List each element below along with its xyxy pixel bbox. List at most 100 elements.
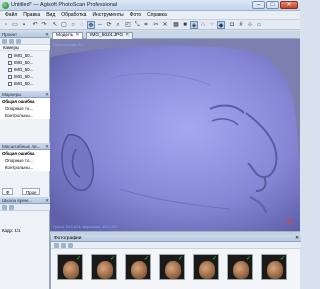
- checkmark-icon: ✓: [245, 256, 251, 262]
- menu-tools[interactable]: Инструменты: [89, 11, 126, 19]
- tab-photos[interactable]: Ф: [2, 188, 14, 195]
- solid-icon[interactable]: ■: [181, 21, 189, 29]
- close-button[interactable]: ✕: [280, 1, 298, 9]
- photo-image: [199, 261, 215, 279]
- wireframe-icon[interactable]: ◈: [190, 21, 198, 29]
- frame-counter: Кадр: 1/1: [2, 228, 21, 233]
- axis-icon[interactable]: ⊹: [246, 21, 254, 29]
- photo-image: [267, 261, 283, 279]
- maximize-button[interactable]: □: [266, 1, 279, 9]
- save-icon[interactable]: ▪: [20, 21, 28, 29]
- stop-icon[interactable]: [9, 205, 14, 210]
- markers-title: Маркеры: [2, 92, 22, 97]
- photo-thumbnail[interactable]: ✓: [57, 254, 83, 280]
- checkbox[interactable]: [8, 74, 12, 79]
- checkbox[interactable]: [8, 53, 12, 58]
- chunk-icon[interactable]: [16, 39, 21, 44]
- scalebars-total-error[interactable]: Общая ошибка: [0, 150, 50, 157]
- add-photos-icon[interactable]: [54, 243, 59, 248]
- new-icon[interactable]: ▫: [2, 21, 10, 29]
- menu-workflow[interactable]: Обработка: [58, 11, 89, 19]
- mesh-stats: Грани: 913,624, вершины: 459,193: [53, 224, 117, 229]
- photo-thumbnail[interactable]: ✓: [193, 254, 219, 280]
- markers-control-points[interactable]: Опорные то...: [0, 105, 50, 112]
- model-viewport[interactable]: Перспектива 30° Грани: 913,624, вершины:…: [50, 39, 300, 231]
- checkmark-icon: ✓: [211, 256, 217, 262]
- face-mesh: [50, 45, 300, 231]
- points-icon[interactable]: ∴: [199, 21, 207, 29]
- free-select-icon[interactable]: ◌: [78, 21, 86, 29]
- camera-item[interactable]: IMG_50...: [0, 52, 50, 59]
- menu-edit[interactable]: Правка: [20, 11, 43, 19]
- app-logo-icon: [2, 2, 9, 9]
- close-icon[interactable]: ✕: [45, 143, 49, 150]
- open-icon[interactable]: ▭: [11, 21, 19, 29]
- crop-icon[interactable]: ⌗: [142, 21, 150, 29]
- view-mode-icon[interactable]: [68, 243, 73, 248]
- camera-item[interactable]: IMG_50...: [0, 66, 50, 73]
- undo-icon[interactable]: ↶: [31, 21, 39, 29]
- left-pane: Проект ✕ Камеры IMG_50... IMG_50... IMG_…: [0, 31, 50, 289]
- tab-photo[interactable]: IMG_5024.JPG ✕: [86, 32, 134, 39]
- camera-item[interactable]: IMG_50...: [0, 80, 50, 87]
- close-icon[interactable]: ✕: [45, 31, 49, 38]
- navigate-icon[interactable]: ✥: [87, 21, 95, 29]
- scalebars-check[interactable]: Контрольны...: [0, 164, 50, 171]
- rotate-icon[interactable]: ⟳: [105, 21, 113, 29]
- photo-thumbnail[interactable]: ✓: [91, 254, 117, 280]
- markers-total-error[interactable]: Общая ошибка: [0, 98, 50, 105]
- timeline-toolbar: [0, 204, 50, 211]
- tab-project[interactable]: Прое: [22, 188, 41, 195]
- add-icon[interactable]: [2, 39, 7, 44]
- close-icon[interactable]: ✕: [75, 33, 79, 38]
- close-icon[interactable]: ✕: [45, 197, 49, 204]
- play-icon[interactable]: [2, 205, 7, 210]
- remove-photos-icon[interactable]: [61, 243, 66, 248]
- menu-help[interactable]: Справка: [144, 11, 170, 19]
- photos-pane: Фотографии ✕ ✓ ✓ ✓ ✓ ✓ ✓ ✓: [50, 235, 301, 289]
- move-icon[interactable]: ⇔: [96, 21, 104, 29]
- checkbox[interactable]: [8, 67, 12, 72]
- close-icon[interactable]: ✕: [45, 91, 49, 98]
- cameras-column-header[interactable]: Камеры: [0, 45, 50, 51]
- menu-view[interactable]: Вид: [43, 11, 58, 19]
- select-icon[interactable]: ↖: [51, 21, 59, 29]
- circle-select-icon[interactable]: ○: [69, 21, 77, 29]
- checkmark-icon: ✓: [75, 256, 81, 262]
- rect-select-icon[interactable]: ▢: [60, 21, 68, 29]
- window-title: Untitled* — Agisoft PhotoScan Profession…: [11, 2, 118, 8]
- close-icon[interactable]: ✕: [295, 235, 299, 242]
- checkbox[interactable]: [8, 81, 12, 86]
- delete-icon[interactable]: ✕: [161, 21, 169, 29]
- photo-image: [233, 261, 249, 279]
- camera-icon[interactable]: ◘: [228, 21, 236, 29]
- photos-toolbar: [51, 242, 301, 249]
- model-icon[interactable]: ◆: [217, 21, 225, 29]
- dense-icon[interactable]: ⁘: [208, 21, 216, 29]
- remove-icon[interactable]: [9, 39, 14, 44]
- photo-thumbnail[interactable]: ✓: [125, 254, 151, 280]
- photo-thumbnail[interactable]: ✓: [227, 254, 253, 280]
- camera-item[interactable]: IMG_50...: [0, 59, 50, 66]
- checkbox[interactable]: [8, 60, 12, 65]
- camera-item[interactable]: IMG_50...: [0, 73, 50, 80]
- region-icon[interactable]: ◰: [124, 21, 132, 29]
- photo-thumbnail[interactable]: ✓: [261, 254, 287, 280]
- close-icon[interactable]: ✕: [125, 33, 129, 38]
- redo-icon[interactable]: ↷: [40, 21, 48, 29]
- menu-photo[interactable]: Фото: [127, 11, 145, 19]
- resize-icon[interactable]: ⤡: [133, 21, 141, 29]
- menu-file[interactable]: Файл: [2, 11, 20, 19]
- grid-icon[interactable]: #: [237, 21, 245, 29]
- scalebars-control[interactable]: Опорные то...: [0, 157, 50, 164]
- minimize-button[interactable]: –: [252, 1, 265, 9]
- perspective-label: Перспектива 30°: [53, 42, 85, 47]
- texture-icon[interactable]: ▦: [172, 21, 180, 29]
- cut-icon[interactable]: ✂: [152, 21, 160, 29]
- markers-check-points[interactable]: Контрольны...: [0, 112, 50, 119]
- checkmark-icon: ✓: [279, 256, 285, 262]
- zoom-icon[interactable]: ⌕: [114, 21, 122, 29]
- photo-thumbnail[interactable]: ✓: [159, 254, 185, 280]
- reset-icon[interactable]: ⌂: [255, 21, 263, 29]
- tab-model[interactable]: Модель ✕: [52, 32, 84, 39]
